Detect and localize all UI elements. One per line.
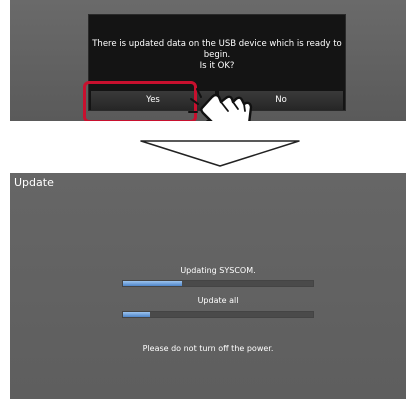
progress-bar-syscom: [122, 280, 314, 287]
dialog-message-line-3: Is it OK?: [199, 61, 235, 71]
progress-bar-update-all: [122, 311, 314, 318]
page-title: Update: [14, 176, 54, 189]
progress-fill-syscom: [123, 281, 182, 286]
down-arrow-icon: [140, 140, 300, 167]
task-label-syscom: Updating SYSCOM.: [180, 266, 256, 275]
dialog-message: There is updated data on the USB device …: [89, 39, 345, 72]
dialog-message-line-2: begin.: [203, 50, 231, 60]
warning-message: Please do not turn off the power.: [142, 344, 274, 353]
dialog-message-line-1: There is updated data on the USB device …: [92, 39, 342, 49]
task-label-update-all: Update all: [197, 296, 239, 305]
hand-pointer-icon: [188, 88, 253, 121]
progress-fill-update-all: [123, 312, 150, 317]
update-screen: Update Updating SYSCOM. Update all Pleas…: [10, 173, 406, 399]
dialog-screen: There is updated data on the USB device …: [10, 0, 406, 121]
